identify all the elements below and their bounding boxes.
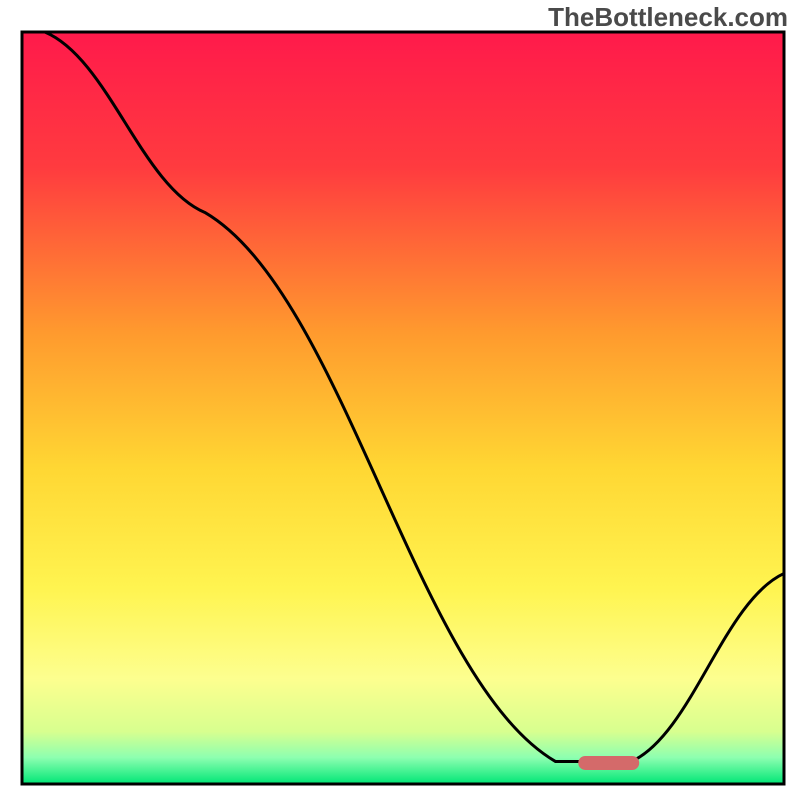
optimal-range-marker [578, 756, 639, 770]
chart-canvas [0, 0, 800, 800]
plot-background [22, 32, 784, 784]
bottleneck-chart: TheBottleneck.com [0, 0, 800, 800]
